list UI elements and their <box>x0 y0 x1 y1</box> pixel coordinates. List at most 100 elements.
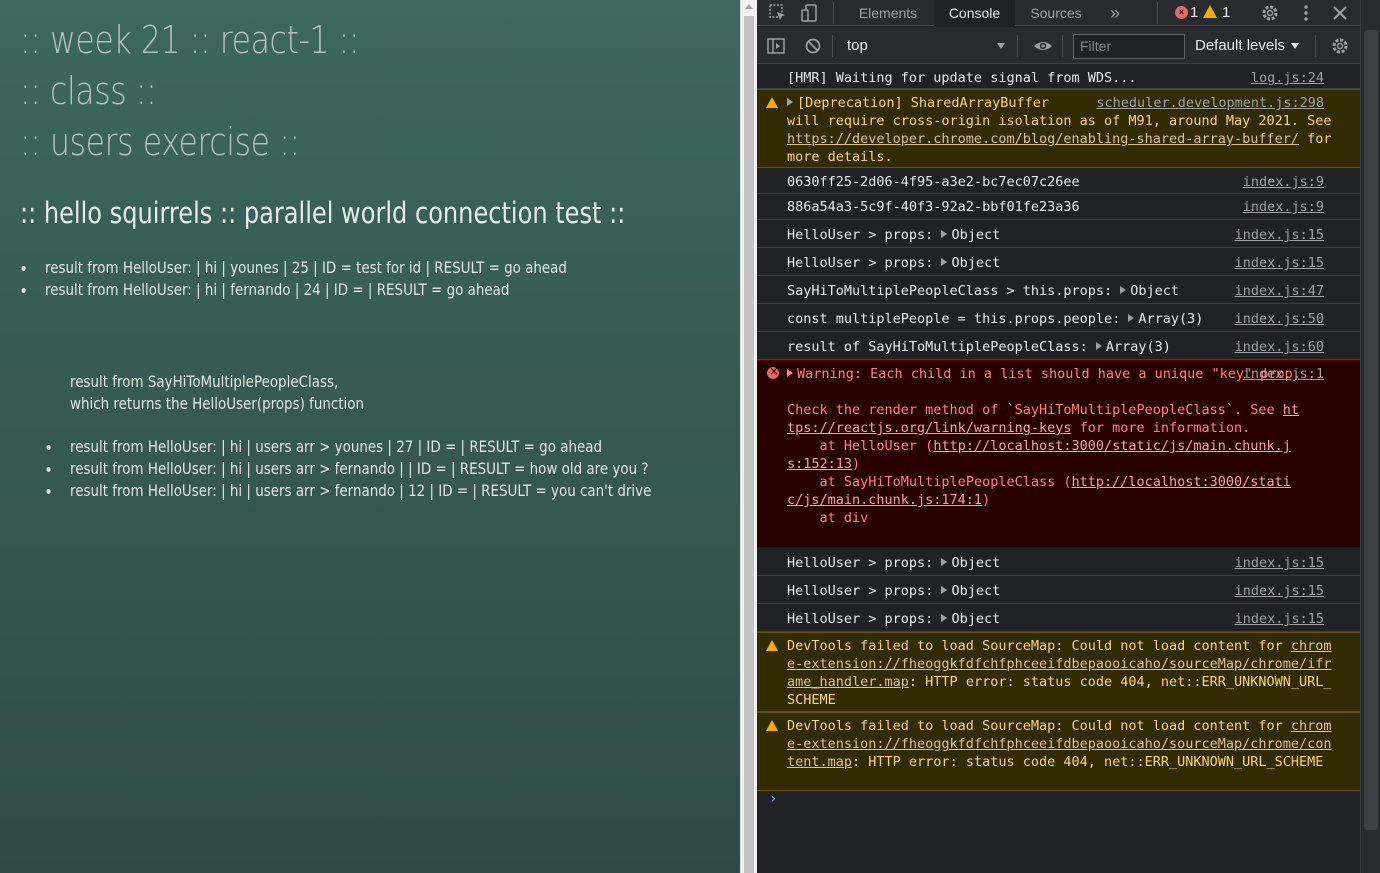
expand-triangle-icon[interactable] <box>941 558 948 566</box>
multiple-people-list: result from HelloUser: | hi | users arr … <box>46 436 740 502</box>
separator <box>1157 2 1158 24</box>
expand-triangle-icon[interactable] <box>1128 314 1135 322</box>
object-preview[interactable]: Object <box>1130 283 1179 299</box>
separator <box>1315 35 1316 57</box>
log-message: const multiplePeople = this.props.people… <box>757 304 1360 332</box>
separator <box>1062 35 1063 57</box>
warning-count[interactable]: 1 <box>1222 4 1230 21</box>
log-message: 886a54a3-5c9f-40f3-92a2-bbf01fe23a36 ind… <box>757 194 1360 220</box>
object-preview[interactable]: Object <box>951 583 1000 599</box>
devtools-tabbar: Elements Console Sources » × 1 1 <box>757 0 1360 26</box>
error-count-icon[interactable]: × <box>1175 6 1188 19</box>
log-message: [HMR] Waiting for update signal from WDS… <box>757 65 1360 89</box>
warning-message: [Deprecation] SharedArrayBuffer will req… <box>757 89 1360 168</box>
console-settings-gear-icon[interactable] <box>1331 37 1349 55</box>
object-preview[interactable]: Object <box>951 555 1000 571</box>
log-message: HelloUser > props: Object index.js:15 <box>757 576 1360 604</box>
inspect-element-icon[interactable] <box>769 4 787 22</box>
context-selector[interactable]: top <box>847 37 868 54</box>
object-preview[interactable]: Array(3) <box>1138 311 1203 327</box>
expand-triangle-icon[interactable] <box>941 614 948 622</box>
eye-icon[interactable] <box>1033 37 1052 55</box>
chevron-down-icon[interactable] <box>1291 43 1299 49</box>
log-message: HelloUser > props: Object index.js:15 <box>757 220 1360 248</box>
scrollbar-thumb[interactable] <box>1364 30 1378 830</box>
message-part: DevTools failed to load SourceMap: Could… <box>787 718 1291 734</box>
object-preview[interactable]: Array(3) <box>1106 339 1171 355</box>
heading-class: :: class :: <box>20 69 157 113</box>
console-toolbar: top Filter Default levels <box>757 27 1360 64</box>
source-link[interactable]: index.js:60 <box>1235 338 1324 356</box>
expand-triangle-icon[interactable] <box>941 586 948 594</box>
list-item: result from HelloUser: | hi | younes | 2… <box>21 258 567 277</box>
source-link[interactable]: index.js:1 <box>1243 365 1324 383</box>
source-link[interactable]: index.js:15 <box>1235 226 1324 244</box>
expand-triangle-icon[interactable] <box>941 230 948 238</box>
object-preview[interactable]: Object <box>951 255 1000 271</box>
message-link[interactable]: https://developer.chrome.com/blog/enabli… <box>787 131 1299 147</box>
expand-triangle-icon[interactable] <box>1095 342 1102 350</box>
more-tabs-button[interactable]: » <box>1103 0 1127 26</box>
settings-gear-icon[interactable] <box>1261 4 1279 22</box>
class-description: result from SayHiToMultiplePeopleClass, … <box>70 371 364 415</box>
hello-user-list: result from HelloUser: | hi | younes | 2… <box>21 257 666 301</box>
separator <box>1017 35 1018 57</box>
object-preview[interactable]: Object <box>951 227 1000 243</box>
source-link[interactable]: index.js:9 <box>1243 173 1324 191</box>
expand-triangle-icon[interactable] <box>787 98 793 106</box>
source-link[interactable]: index.js:15 <box>1235 582 1324 600</box>
expand-triangle-icon[interactable] <box>787 369 793 377</box>
warning-count-icon[interactable] <box>1203 5 1217 18</box>
message-part: result of SayHiToMultiplePeopleClass: <box>787 339 1096 355</box>
filter-input[interactable]: Filter <box>1073 34 1185 59</box>
page-scrollbar[interactable] <box>740 0 757 873</box>
close-icon[interactable] <box>1331 4 1349 22</box>
log-message: HelloUser > props: Object index.js:15 <box>757 248 1360 276</box>
device-toggle-icon[interactable] <box>801 4 819 22</box>
more-options-icon[interactable] <box>1297 4 1315 22</box>
message-part: will require cross-origin isolation as o… <box>787 113 1340 129</box>
scrollbar-thumb[interactable] <box>744 16 754 873</box>
list-item: result from HelloUser: | hi | users arr … <box>46 481 652 500</box>
message-part: HelloUser > props: <box>787 583 942 599</box>
message-text: DevTools failed to load SourceMap: Could… <box>787 717 1332 771</box>
source-link[interactable]: scheduler.development.js:298 <box>1096 94 1324 112</box>
source-link[interactable]: index.js:47 <box>1235 282 1324 300</box>
tab-console[interactable]: Console <box>934 0 1015 26</box>
subheading: :: hello squirrels :: parallel world con… <box>20 196 626 230</box>
error-count[interactable]: 1 <box>1190 4 1198 21</box>
message-part: HelloUser > props: <box>787 555 942 571</box>
scroll-up-icon[interactable] <box>745 4 753 9</box>
console-prompt-icon[interactable]: › <box>769 791 777 807</box>
source-link[interactable]: index.js:50 <box>1235 310 1324 328</box>
source-link[interactable]: index.js:15 <box>1235 610 1324 628</box>
devtools-panel: Elements Console Sources » × 1 1 top Fil… <box>757 0 1380 873</box>
clear-console-icon[interactable] <box>804 37 822 55</box>
warning-icon <box>766 97 778 108</box>
separator <box>833 2 834 24</box>
devtools-scrollbar[interactable] <box>1360 0 1380 873</box>
log-message: SayHiToMultiplePeopleClass > this.props:… <box>757 276 1360 304</box>
console-log: [HMR] Waiting for update signal from WDS… <box>757 65 1360 873</box>
warning-icon <box>766 720 778 731</box>
log-message: HelloUser > props: Object index.js:15 <box>757 548 1360 576</box>
log-levels-dropdown[interactable]: Default levels <box>1195 37 1285 54</box>
expand-triangle-icon[interactable] <box>941 258 948 266</box>
warning-message: DevTools failed to load SourceMap: Could… <box>757 712 1360 791</box>
expand-triangle-icon[interactable] <box>1120 286 1127 294</box>
show-sidebar-icon[interactable] <box>767 37 785 55</box>
description-line: result from SayHiToMultiplePeopleClass, <box>70 372 339 391</box>
message-part: HelloUser > props: <box>787 227 942 243</box>
message-part: SayHiToMultiplePeopleClass > this.props: <box>787 283 1121 299</box>
source-link[interactable]: log.js:24 <box>1251 69 1324 87</box>
chevron-down-icon[interactable] <box>997 43 1005 49</box>
message-part: : HTTP error: status code 404, net::ERR_… <box>852 754 1324 770</box>
source-link[interactable]: index.js:15 <box>1235 254 1324 272</box>
log-message: result of SayHiToMultiplePeopleClass: Ar… <box>757 332 1360 360</box>
message-part: [Deprecation] SharedArrayBuffer <box>797 95 1049 111</box>
source-link[interactable]: index.js:9 <box>1243 198 1324 216</box>
source-link[interactable]: index.js:15 <box>1235 554 1324 572</box>
tab-elements[interactable]: Elements <box>847 0 929 26</box>
tab-sources[interactable]: Sources <box>1019 0 1093 26</box>
object-preview[interactable]: Object <box>951 611 1000 627</box>
